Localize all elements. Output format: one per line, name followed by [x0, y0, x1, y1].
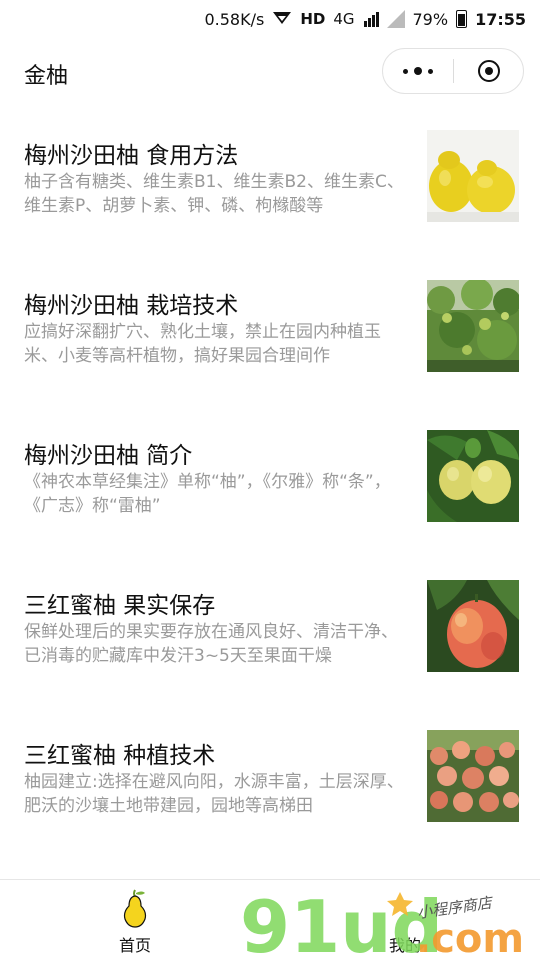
- article-desc: 应搞好深翻扩穴、熟化土壤，禁止在园内种植玉米、小麦等高杆植物，搞好果园合理间作: [24, 322, 381, 366]
- article-title: 梅州沙田柚 栽培技术: [24, 293, 239, 319]
- title-bar: 金柚: [0, 38, 540, 108]
- red-pomelo-image: [427, 580, 519, 672]
- tab-home[interactable]: 首页: [70, 880, 200, 961]
- status-bar: 0.58K/s HD 4G 79% 17:55: [0, 0, 540, 38]
- pomelos-on-branch-image: [427, 430, 519, 522]
- close-button[interactable]: [454, 49, 523, 93]
- tab-home-label: 首页: [118, 936, 151, 955]
- article-desc: 《神农本草经集注》单称“柚”，《尔雅》称“条”，《广志》称“雷柚”: [24, 472, 391, 516]
- article-title: 三红蜜柚 种植技术: [24, 743, 216, 769]
- battery-icon: [456, 10, 468, 28]
- article-desc: 柚子含有糖类、维生素B1、维生素B2、维生素C、维生素P、胡萝卜素、钾、磷、枸橼…: [24, 172, 404, 216]
- hd-badge: HD: [300, 10, 326, 28]
- pomelo-orchard-image: [427, 730, 519, 822]
- article-desc: 柚园建立:选择在避风向阳，水源丰富，土层深厚、肥沃的沙壤土地带建园，园地等高梯田: [24, 772, 404, 816]
- article-item[interactable]: 梅州沙田柚 食用方法 柚子含有糖类、维生素B1、维生素B2、维生素C、维生素P、…: [0, 118, 540, 268]
- more-dots-icon: [400, 67, 436, 75]
- article-title: 三红蜜柚 果实保存: [24, 593, 216, 619]
- hotspot-icon: [272, 9, 292, 29]
- battery-percent: 79%: [412, 9, 449, 29]
- article-title: 梅州沙田柚 简介: [24, 443, 193, 469]
- more-button[interactable]: [383, 49, 453, 93]
- clock: 17:55: [475, 9, 526, 29]
- tab-mine[interactable]: 我的: [340, 880, 470, 961]
- target-close-icon: [477, 60, 500, 82]
- pear-home-icon: [123, 889, 147, 928]
- pomelo-tree-image: [427, 280, 519, 372]
- yellow-pomelos-image: [427, 130, 519, 222]
- article-item[interactable]: 三红蜜柚 果实保存 保鲜处理后的果实要存放在通风良好、清洁干净、已消毒的贮藏库中…: [0, 568, 540, 718]
- article-title: 梅州沙田柚 食用方法: [24, 143, 239, 169]
- article-desc: 保鲜处理后的果实要存放在通风良好、清洁干净、已消毒的贮藏库中发汗3~5天至果面干…: [24, 622, 398, 666]
- page-title: 金柚: [24, 64, 69, 89]
- tab-mine-label: 我的: [388, 936, 421, 955]
- tab-bar: 首页 我的: [0, 879, 540, 961]
- article-item[interactable]: 梅州沙田柚 简介 《神农本草经集注》单称“柚”，《尔雅》称“条”，《广志》称“雷…: [0, 418, 540, 568]
- signal-icon: [363, 11, 379, 27]
- article-item[interactable]: 梅州沙田柚 栽培技术 应搞好深翻扩穴、熟化土壤，禁止在园内种植玉米、小麦等高杆植…: [0, 268, 540, 418]
- network-speed: 0.58K/s: [204, 9, 265, 29]
- miniprogram-capsule: [382, 48, 524, 94]
- network-type: 4G: [333, 10, 355, 28]
- article-list: 梅州沙田柚 食用方法 柚子含有糖类、维生素B1、维生素B2、维生素C、维生素P、…: [0, 118, 540, 868]
- article-item[interactable]: 三红蜜柚 种植技术 柚园建立:选择在避风向阳，水源丰富，土层深厚、肥沃的沙壤土地…: [0, 718, 540, 868]
- signal-empty-icon: [386, 10, 405, 28]
